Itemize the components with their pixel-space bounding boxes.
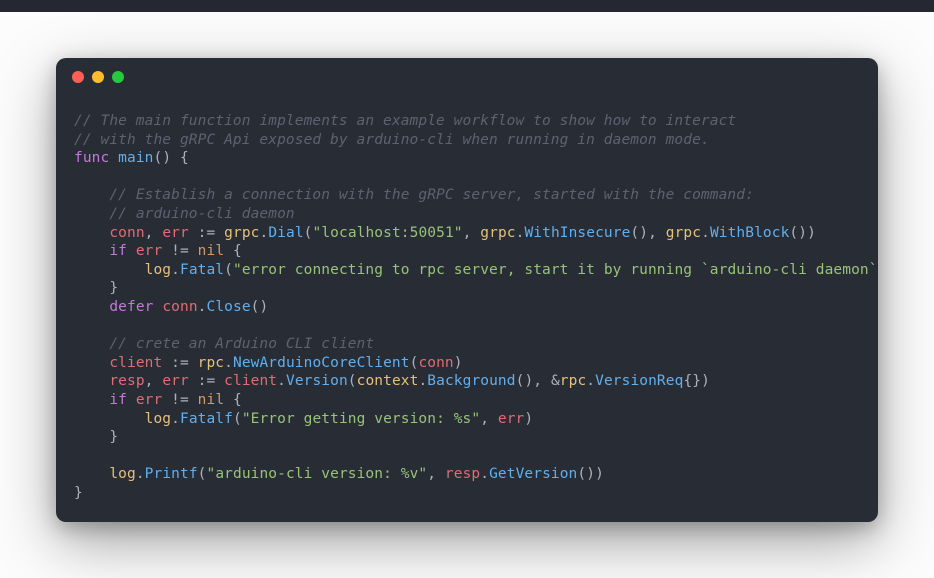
comment-line: // arduino-cli daemon bbox=[109, 206, 294, 222]
comment-line: // with the gRPC Api exposed by arduino-… bbox=[74, 132, 710, 148]
fn-main: main bbox=[118, 150, 153, 166]
var-client: client bbox=[109, 355, 162, 371]
code-window: // The main function implements an examp… bbox=[56, 58, 878, 522]
var-err: err bbox=[162, 225, 189, 241]
comment-line: // Establish a connection with the gRPC … bbox=[109, 187, 754, 203]
window-titlebar bbox=[56, 58, 878, 96]
traffic-light-close-icon[interactable] bbox=[72, 71, 84, 83]
traffic-light-minimize-icon[interactable] bbox=[92, 71, 104, 83]
keyword-defer: defer bbox=[109, 299, 153, 315]
top-dark-bar bbox=[0, 0, 934, 12]
code-block: // The main function implements an examp… bbox=[56, 96, 878, 520]
keyword-if: if bbox=[109, 243, 127, 259]
comment-line: // crete an Arduino CLI client bbox=[109, 336, 374, 352]
var-resp: resp bbox=[109, 373, 144, 389]
comment-line: // The main function implements an examp… bbox=[74, 113, 736, 129]
var-conn: conn bbox=[109, 225, 144, 241]
keyword-func: func bbox=[74, 150, 109, 166]
traffic-light-zoom-icon[interactable] bbox=[112, 71, 124, 83]
